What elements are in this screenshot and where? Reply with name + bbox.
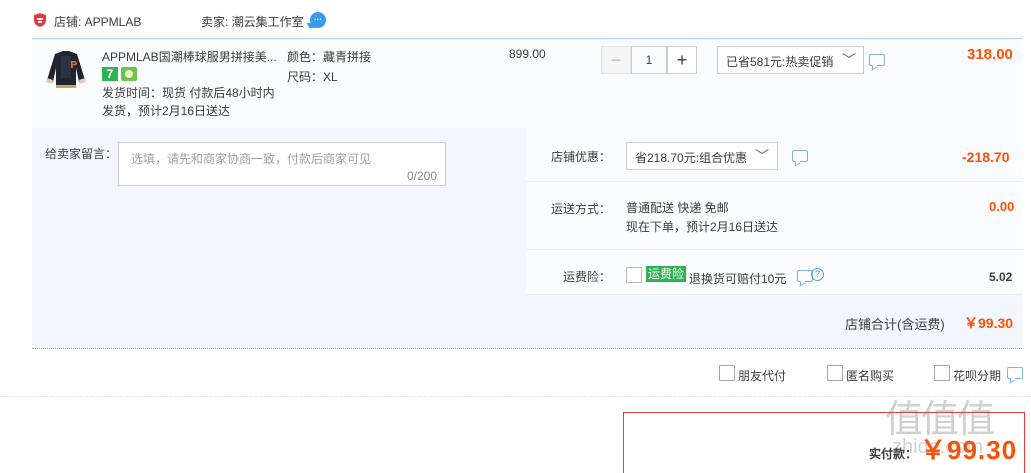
watermark-logo: 值值值	[885, 399, 995, 441]
qty-input[interactable]: 1	[631, 46, 667, 74]
qty-increase-button[interactable]: +	[667, 46, 697, 74]
friend-pay-checkbox[interactable]	[719, 365, 735, 381]
chevron-down-icon: ﹀	[842, 52, 856, 68]
ship-time: 发货时间：现货 付款后48小时内	[102, 86, 275, 100]
unit-price: 899.00	[509, 47, 546, 61]
discount-amount: -218.70	[962, 149, 1010, 165]
anonymous-label[interactable]: 匿名购买	[846, 367, 894, 384]
huabei-checkbox[interactable]	[934, 365, 950, 381]
friend-pay-label[interactable]: 朋友代付	[738, 367, 786, 384]
discount-comment-icon[interactable]	[792, 150, 808, 162]
discount-select[interactable]: 省218.70元:组合优惠 ﹀	[626, 142, 778, 170]
shipping-method: 普通配送 快递 免邮	[626, 201, 729, 215]
huabei-comment-icon[interactable]	[1007, 367, 1023, 379]
seller-name: 卖家: 潮云集工作室	[201, 15, 304, 29]
size-attr: 尺码：XL	[287, 70, 338, 84]
remark-label: 给卖家留言：	[45, 147, 118, 161]
qty-decrease-button[interactable]: −	[601, 46, 631, 74]
insurance-text: 退换货可赔付10元	[689, 272, 787, 286]
insurance-label: 运费险：	[563, 270, 612, 284]
remark-placeholder: 选填，请先和商家协商一致，付款后商家可见	[131, 152, 372, 166]
discount-select-value: 省218.70元:组合优惠	[635, 151, 748, 165]
chat-dots: ···	[314, 15, 322, 24]
item-total: 318.00	[967, 46, 1013, 63]
remark-char-count: 0/200	[406, 169, 437, 183]
shop-header	[0, 0, 1031, 38]
store-total-value: ￥99.30	[964, 315, 1014, 331]
service-badge-icon	[121, 67, 137, 81]
divider	[526, 181, 1022, 182]
product-title[interactable]: APPMLAB国潮棒球服男拼接美...	[102, 48, 282, 65]
shop-logo-icon	[34, 13, 46, 27]
color-attr: 颜色：藏青拼接	[287, 50, 372, 64]
discount-label: 店铺优惠：	[551, 150, 612, 164]
watermark-url: zhide.com	[892, 436, 984, 458]
shipping-amount: 0.00	[989, 199, 1015, 214]
seven-day-return-badge: 7	[102, 67, 118, 81]
remark-textarea[interactable]: 选填，请先和商家协商一致，付款后商家可见 0/200	[118, 142, 446, 186]
svg-text:P: P	[70, 60, 77, 71]
ship-eta: 发货，预计2月16日送达	[102, 104, 231, 118]
promo-select[interactable]: 已省581元:热卖促销 ﹀	[717, 46, 864, 74]
shipping-eta: 现在下单，预计2月16日送达	[626, 220, 779, 234]
divider	[526, 249, 1022, 250]
chevron-down-icon: ﹀	[755, 148, 769, 164]
shipping-label: 运送方式：	[551, 202, 612, 216]
contact-seller-icon[interactable]: ···	[310, 12, 326, 28]
insurance-badge: 运费险	[646, 266, 687, 282]
product-thumbnail[interactable]: P	[41, 48, 91, 90]
divider	[526, 294, 1022, 295]
help-icon[interactable]: ?	[811, 268, 824, 281]
insurance-amount: 5.02	[989, 270, 1013, 284]
promo-select-value: 已省581元:热卖促销	[726, 55, 834, 69]
shop-name[interactable]: 店铺: APPMLAB	[54, 13, 141, 30]
anonymous-checkbox[interactable]	[827, 365, 843, 381]
promo-comment-icon[interactable]	[869, 54, 885, 66]
store-total-label: 店铺合计(含运费)	[845, 317, 945, 332]
insurance-checkbox[interactable]	[626, 267, 642, 283]
huabei-label[interactable]: 花呗分期	[953, 367, 1001, 384]
